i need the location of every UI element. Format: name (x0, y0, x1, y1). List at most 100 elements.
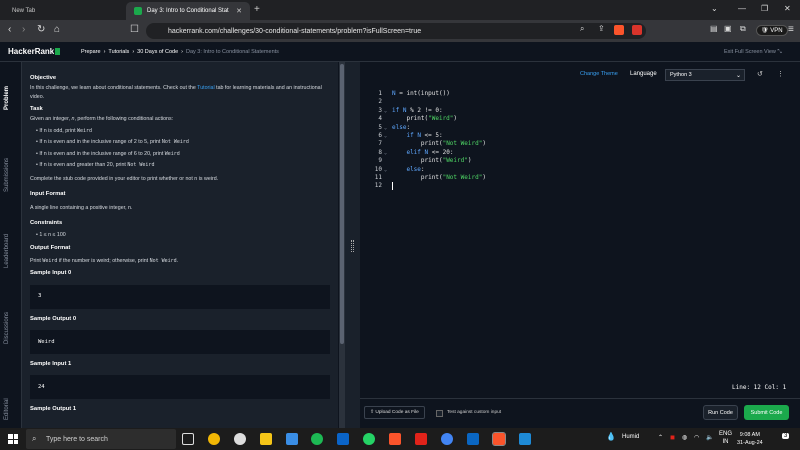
fold-icon[interactable]: ⌄ (384, 166, 387, 174)
tab-discussions[interactable]: Discussions (4, 312, 10, 344)
weather-widget-icon[interactable] (208, 433, 220, 445)
sample-input-0: 3 (30, 284, 330, 309)
tab-editorial[interactable]: Editorial (4, 398, 10, 420)
brave-active-icon[interactable] (492, 432, 506, 446)
new-tab-icon[interactable]: + (254, 4, 260, 15)
weather-label[interactable]: Humid (622, 434, 639, 440)
whatsapp-icon[interactable] (363, 433, 375, 445)
language-indicator[interactable]: ENG IN (719, 430, 732, 446)
tab-new-tab[interactable]: New Tab (4, 2, 124, 20)
custom-input-checkbox[interactable] (436, 410, 443, 417)
fold-icon[interactable]: ⌄ (384, 124, 387, 132)
line-number: 4 (378, 115, 382, 123)
url-input[interactable]: hackerrank.com/challenges/30-conditional… (146, 23, 646, 39)
bookmark-icon[interactable]: ☐ (130, 24, 139, 35)
tutorial-link[interactable]: Tutorial (197, 85, 214, 91)
line-number: 12 (374, 182, 382, 190)
fold-icon[interactable]: ⌄ (384, 149, 387, 157)
brave-shield-icon[interactable] (614, 25, 624, 35)
condition-code: Weird (164, 150, 180, 157)
output-format-heading: Output Format (30, 244, 71, 251)
hackerrank-logo[interactable]: HackerRank (8, 47, 61, 56)
brave-rewards-icon[interactable] (632, 25, 642, 35)
notifications-badge[interactable]: 3 (782, 433, 790, 439)
forward-icon[interactable]: › (22, 24, 25, 35)
code-line: 11 print("Not Weird") (360, 174, 800, 182)
input-format-heading: Input Format (30, 191, 66, 198)
clock[interactable]: 9:08 AM 31-Aug-24 (737, 431, 763, 447)
tray-app-icon[interactable]: ◍ (682, 434, 687, 441)
breadcrumb-separator-icon: › (132, 49, 135, 55)
store-icon[interactable] (286, 433, 298, 445)
code-line: 1 N = int(input()) (360, 90, 800, 98)
maximize-icon[interactable]: ❐ (761, 4, 768, 13)
settings-icon[interactable] (234, 433, 246, 445)
chrome-icon[interactable] (441, 433, 453, 445)
tray-chevron-icon[interactable]: ⌃ (658, 434, 663, 441)
breadcrumb-30-days[interactable]: 30 Days of Code (137, 49, 178, 55)
extensions-icon[interactable]: ⧉ (740, 24, 746, 34)
list-item: If n is even and in the inclusive range … (36, 138, 330, 146)
history-icon[interactable]: ↺ (757, 70, 763, 78)
tab-submissions[interactable]: Submissions (4, 158, 10, 192)
tab-leaderboard[interactable]: Leaderboard (4, 234, 10, 268)
editor-actions: ⇧ Upload Code as File Test against custo… (360, 398, 800, 428)
back-icon[interactable]: ‹ (8, 24, 11, 35)
submit-code-button[interactable]: Submit Code (744, 405, 789, 420)
code-line: 4 print("Weird") (360, 115, 800, 123)
breadcrumb-tutorials[interactable]: Tutorials (108, 49, 129, 55)
search-placeholder: Type here to search (46, 435, 108, 443)
pane-resizer[interactable] (345, 62, 360, 428)
code-line: 10 ⌄ else: (360, 166, 800, 174)
brave-taskbar-icon[interactable] (389, 433, 401, 445)
code-text: if N <= 5: (406, 131, 443, 139)
run-code-button[interactable]: Run Code (703, 405, 738, 420)
outlook-icon[interactable] (337, 433, 349, 445)
condition-text: If n is even and in the inclusive range … (39, 150, 165, 157)
objective-text: In this challenge, we learn about condit… (30, 84, 330, 101)
tab-problem[interactable]: Problem (4, 86, 10, 110)
reload-icon[interactable]: ↻ (37, 24, 45, 35)
upload-code-button[interactable]: ⇧ Upload Code as File (364, 406, 425, 419)
taskbar-search-input[interactable]: ⌕ Type here to search (26, 429, 176, 449)
code-line: 5 ⌄ else: (360, 124, 800, 132)
fold-icon[interactable]: ⌄ (384, 107, 387, 115)
spotify-icon[interactable] (311, 433, 323, 445)
vscode-icon[interactable] (519, 433, 531, 445)
windows-start-icon[interactable] (8, 434, 18, 444)
tray-app-icon[interactable]: ◼ (670, 434, 675, 441)
volume-icon[interactable]: 🔈 (706, 434, 713, 441)
wallet-icon[interactable]: ▣ (724, 24, 732, 33)
linkedin-icon[interactable] (467, 433, 479, 445)
vpn-button[interactable]: 🛡 VPN (756, 25, 788, 36)
acrobat-icon[interactable] (415, 433, 427, 445)
breadcrumb-prepare[interactable]: Prepare (81, 49, 101, 55)
line-number: 3 (378, 106, 382, 114)
scrollbar-thumb[interactable] (340, 64, 344, 344)
language-select[interactable]: Python 3 ⌄ (665, 69, 745, 81)
language-value: Python 3 (670, 72, 692, 78)
network-icon[interactable]: ◠ (694, 434, 699, 441)
file-explorer-icon[interactable] (260, 433, 272, 445)
minimize-icon[interactable]: — (738, 4, 746, 13)
sidebar-icon[interactable]: ▤ (710, 24, 718, 33)
close-tab-icon[interactable]: ✕ (236, 7, 242, 15)
menu-icon[interactable]: ≡ (788, 24, 794, 35)
browser-tab-strip: New Tab Day 3: Intro to Conditional Stat… (0, 0, 800, 20)
zoom-icon[interactable]: ⌕ (580, 24, 584, 34)
share-icon[interactable]: ⇪ (598, 24, 605, 33)
exit-full-screen-link[interactable]: Exit Full Screen View ⤡ (724, 49, 782, 56)
tab-search-icon[interactable]: ⌄ (711, 4, 718, 13)
drag-handle-icon[interactable] (351, 240, 354, 252)
change-theme-link[interactable]: Change Theme (580, 71, 618, 77)
tab-hackerrank[interactable]: Day 3: Intro to Conditional Stat ✕ (126, 2, 250, 20)
more-options-icon[interactable]: ⋮ (777, 70, 784, 78)
fold-icon[interactable]: ⌄ (384, 132, 387, 140)
close-window-icon[interactable]: ✕ (784, 4, 791, 13)
code-editor[interactable]: 1N = int(input()) 2 3 ⌄ if N % 2 != 0: 4 p… (360, 90, 800, 380)
task-view-icon[interactable] (182, 433, 194, 445)
output-format-text: Print Weird if the number is weird; othe… (30, 257, 330, 265)
home-icon[interactable]: ⌂ (54, 24, 60, 35)
logo-text: HackerRank (8, 47, 55, 56)
breadcrumb: Prepare › Tutorials › 30 Days of Code › Day… (81, 49, 279, 55)
